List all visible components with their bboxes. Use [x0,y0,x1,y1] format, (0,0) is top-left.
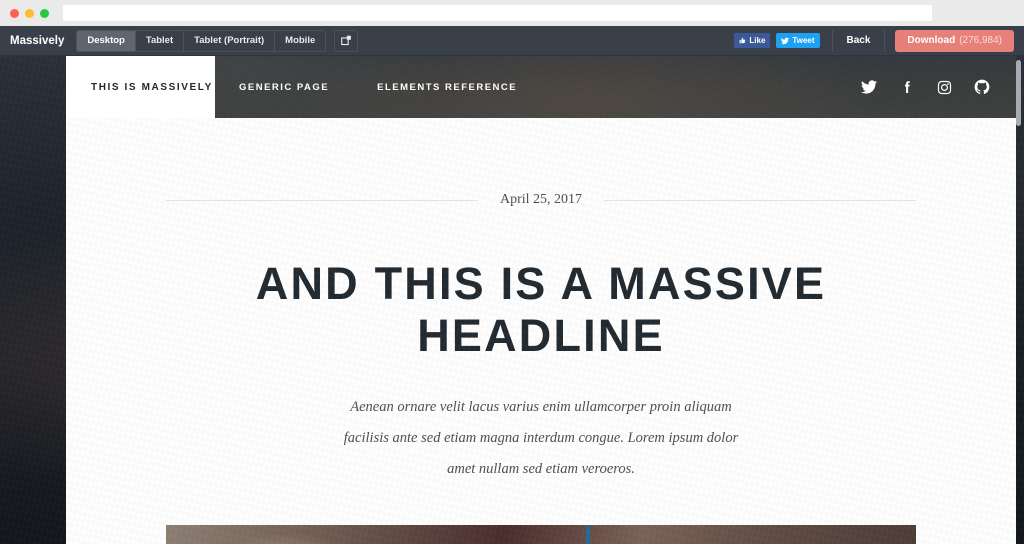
open-in-new-window-button[interactable] [334,29,359,52]
site-logo-label: THIS IS MASSIVELY [91,81,213,93]
traffic-lights [10,8,49,18]
device-tab-tablet-portrait[interactable]: Tablet (Portrait) [184,30,276,51]
facebook-like-button[interactable]: Like [734,33,771,48]
device-selector: Desktop Tablet Tablet (Portrait) Mobile [76,29,327,52]
meta-rule-left [166,199,478,201]
social-share-group: Like Tweet [734,29,833,52]
download-button[interactable]: Download (276,984) [895,29,1014,52]
site-social-links [861,79,990,95]
external-link-icon [340,35,351,46]
post-subtitle: Aenean ornare velit lacus varius enim ul… [343,399,739,477]
nav-link-generic-page[interactable]: GENERIC PAGE [239,82,329,93]
twitter-icon [861,80,877,94]
preview-viewport: THIS IS MASSIVELY GENERIC PAGE ELEMENTS … [0,56,1024,544]
site-logo[interactable]: THIS IS MASSIVELY [66,56,215,118]
site-header: THIS IS MASSIVELY GENERIC PAGE ELEMENTS … [66,56,1016,118]
github-icon [974,79,990,95]
facebook-like-label: Like [749,36,766,45]
browser-chrome [0,0,1024,26]
twitter-bird-icon [781,37,790,44]
twitter-tweet-label: Tweet [792,36,815,45]
page-scrollbar-thumb[interactable] [1016,60,1021,126]
url-input[interactable] [63,5,932,21]
brand-label: Massively [10,34,65,47]
toolbar-right-group: Like Tweet Back Download (276,984) [734,29,1014,52]
preview-toolbar: Massively Desktop Tablet Tablet (Portrai… [0,26,1024,56]
device-tab-mobile[interactable]: Mobile [275,31,325,51]
social-link-github[interactable] [974,79,990,95]
device-tab-tablet[interactable]: Tablet [136,30,185,51]
device-tab-desktop[interactable]: Desktop [77,30,136,51]
social-link-twitter[interactable] [861,79,877,95]
site-nav: GENERIC PAGE ELEMENTS REFERENCE [215,56,1016,118]
post-title: And this is a massive headline [255,258,827,361]
close-window-icon[interactable] [10,8,19,18]
site-nav-links: GENERIC PAGE ELEMENTS REFERENCE [239,82,517,93]
maximize-window-icon[interactable] [40,8,49,18]
page-scrollbar[interactable] [1016,60,1021,540]
facebook-icon [905,81,910,93]
download-count: (276,984) [959,35,1002,46]
twitter-tweet-button[interactable]: Tweet [776,33,820,48]
social-link-facebook[interactable] [899,79,915,95]
post-article: April 25, 2017 And this is a massive hea… [66,118,1016,544]
instagram-icon [937,80,952,94]
meta-rule-right [604,199,916,201]
nav-link-elements-reference[interactable]: ELEMENTS REFERENCE [377,82,517,93]
download-label: Download [907,35,956,46]
post-date: April 25, 2017 [499,192,583,207]
thumbs-up-icon [739,37,746,44]
post-featured-image [166,525,916,544]
back-button[interactable]: Back [833,29,886,52]
social-link-instagram[interactable] [937,80,952,95]
minimize-window-icon[interactable] [25,8,34,18]
previewed-site: THIS IS MASSIVELY GENERIC PAGE ELEMENTS … [66,56,1016,544]
post-meta: April 25, 2017 [66,192,1016,208]
